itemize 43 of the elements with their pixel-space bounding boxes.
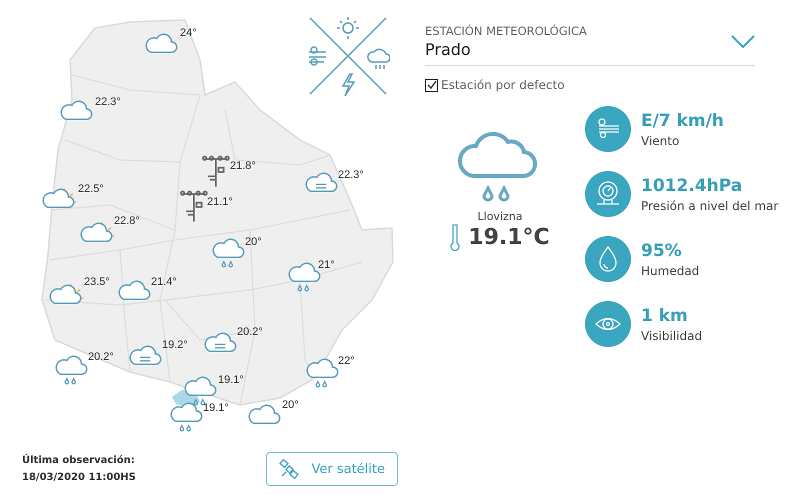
metric-label: Visibilidad: [641, 328, 702, 342]
observation-datetime: 18/03/2020 11:00HS: [22, 472, 136, 483]
metric-label: Viento: [641, 134, 680, 148]
metric-label: Presión a nivel del mar: [641, 198, 778, 212]
temperature-label: 19.1°: [218, 374, 244, 386]
thermometer-icon: [450, 223, 460, 251]
temperature-label: 22.3°: [95, 96, 121, 108]
dropdown-value: Prado: [425, 40, 472, 59]
temperature-label: 20°: [245, 236, 262, 248]
dropdown-label: ESTACIÓN METEOROLÓGICA: [425, 24, 587, 38]
condition-label: Llovizna: [478, 210, 522, 223]
weather-legend-icon: [306, 14, 390, 98]
temperature-label: 19.2°: [162, 339, 188, 351]
gauge-icon: [585, 171, 631, 217]
temperature-label: 20.2°: [88, 351, 114, 363]
temperature-label: 22°: [338, 355, 355, 367]
temperature-label: 24°: [180, 27, 197, 39]
checkbox[interactable]: [425, 78, 438, 92]
metric-value: 1 km: [641, 306, 689, 326]
observation-label: Última observación:: [22, 455, 136, 466]
metric-value: E/7 km/h: [641, 110, 724, 130]
metric-value: 95%: [641, 240, 683, 260]
wind-icon: [585, 106, 631, 152]
temperature-label: 22.3°: [338, 169, 364, 181]
temperature-label: 19.1°: [203, 402, 229, 414]
station-dropdown[interactable]: ESTACIÓN METEOROLÓGICA Prado: [425, 24, 755, 66]
temperature-value: 19.1°C: [468, 224, 550, 250]
chevron-down-icon: [731, 34, 755, 48]
temperature-label: 23.5°: [84, 276, 110, 288]
temperature-label: 21.4°: [151, 276, 177, 288]
temperature-label: 20°: [282, 399, 299, 411]
temperature-label: 21°: [318, 259, 335, 271]
metric-label: Humedad: [641, 264, 700, 278]
satellite-icon: [279, 459, 300, 479]
drop-icon: [585, 236, 631, 282]
temperature-label: 21.8°: [230, 160, 256, 172]
temperature-label: 20.2°: [237, 326, 263, 338]
temperature-label: 21.1°: [207, 196, 233, 208]
temperature-label: 22.8°: [114, 215, 140, 227]
checkbox-label: Estación por defecto: [441, 78, 565, 92]
temperature-label: 22.5°: [78, 183, 104, 195]
eye-icon: [585, 301, 631, 347]
metric-value: 1012.4hPa: [641, 176, 744, 196]
